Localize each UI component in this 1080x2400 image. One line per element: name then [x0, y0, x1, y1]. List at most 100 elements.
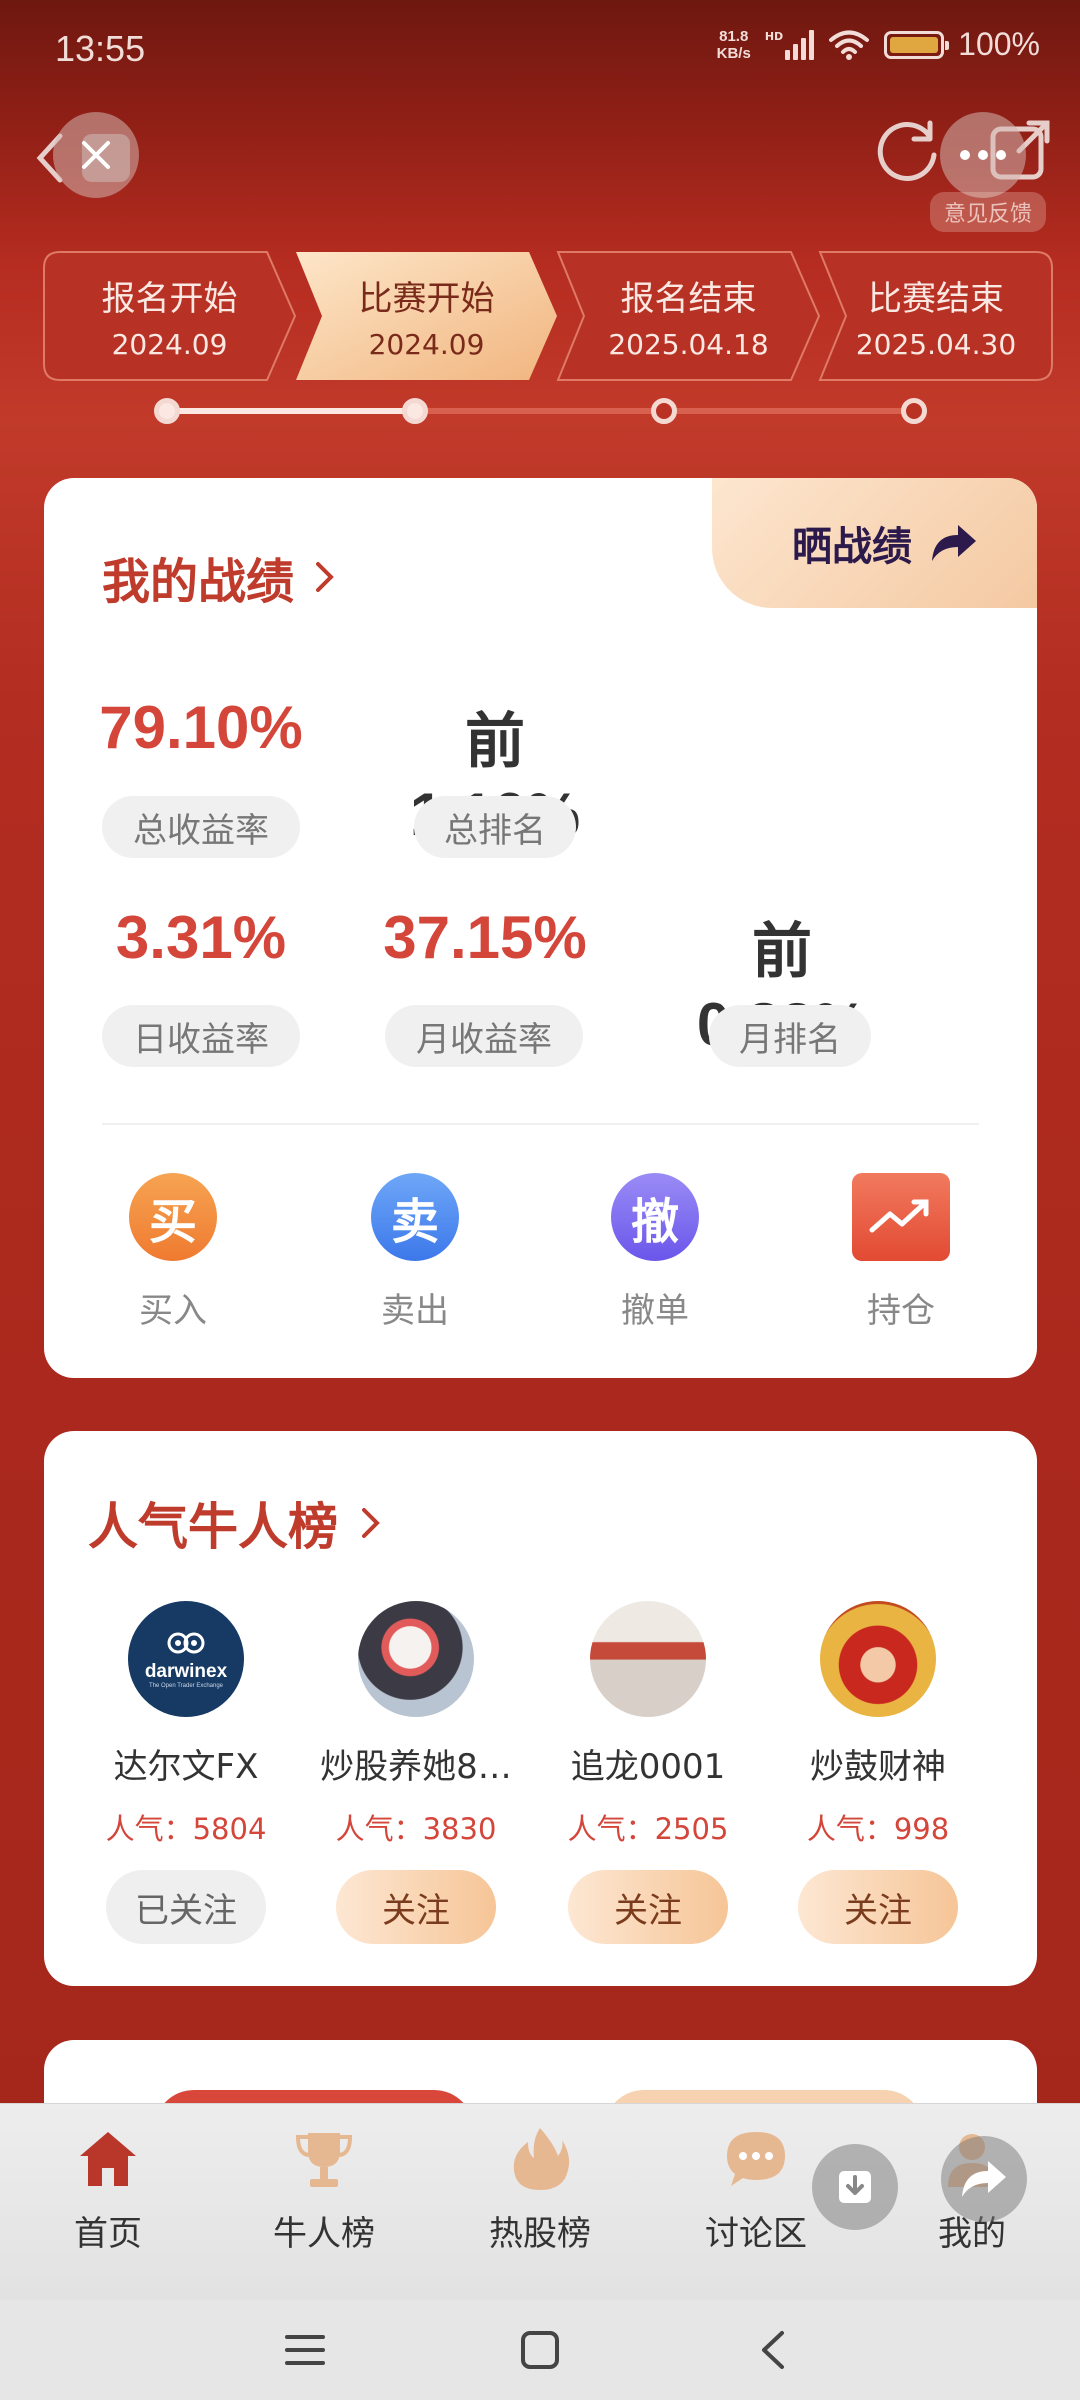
stage-match-end: 比赛结束 2025.04.30 [818, 250, 1054, 382]
daily-return-value: 3.31% [115, 904, 287, 971]
share-arrow-icon [932, 525, 976, 561]
trader-popularity: 人气：998 [806, 1812, 950, 1846]
nav-home[interactable]: 首页 [28, 2124, 188, 2255]
cell-signal: HD [764, 29, 815, 60]
monthly-return-value: 37.15% [383, 904, 587, 971]
close-button[interactable] [53, 112, 139, 198]
timeline-dot [154, 398, 180, 424]
sell-button[interactable]: 卖 卖出 [340, 1173, 490, 1332]
chevron-right-icon [316, 562, 334, 592]
trader-popularity: 人气：3830 [335, 1812, 497, 1846]
status-time: 13:55 [55, 28, 146, 69]
net-speed-unit: KB/s [716, 44, 751, 62]
hd-indicator: HD [764, 29, 784, 43]
share-record-button[interactable]: 晒战绩 [712, 478, 1037, 608]
home-icon [73, 2124, 143, 2194]
stage-title: 报名结束 [620, 279, 757, 319]
popular-ranking-card: 人气牛人榜 darwinex The Open Trader Exchange … [44, 1431, 1037, 1986]
avatar [358, 1601, 474, 1717]
action-label: 卖出 [381, 1291, 449, 1331]
trader-name: 达尔文FX [113, 1747, 259, 1787]
my-record-card: 晒战绩 我的战绩 79.10% 总收益率 前1.10% 总排名 3.31% 日收… [44, 478, 1037, 1378]
trader-card[interactable]: 追龙0001 人气：2505 关注 [538, 1601, 758, 1944]
stage-title: 比赛结束 [868, 279, 1004, 319]
signal-icon [785, 29, 815, 60]
trader-name: 追龙0001 [570, 1747, 726, 1787]
section-title: 我的战绩 [102, 554, 295, 610]
ranking-title[interactable]: 人气牛人榜 [88, 1487, 382, 1559]
cancel-order-button[interactable]: 撤 撤单 [580, 1173, 730, 1332]
battery: 100% [884, 26, 1040, 63]
stage-timeline: 报名开始 2024.09 比赛开始 2024.09 报名结束 2025.04.1… [42, 250, 1054, 382]
my-record-title[interactable]: 我的战绩 [102, 542, 336, 612]
action-label: 持仓 [867, 1291, 935, 1331]
divider [102, 1123, 979, 1125]
share-button[interactable] [941, 2136, 1027, 2222]
cancel-order-icon: 撤 [611, 1173, 699, 1261]
stage-signup-end: 报名结束 2025.04.18 [556, 250, 821, 382]
status-bar: 13:55 81.8 KB/s HD 100% [0, 0, 1080, 100]
nav-ranking[interactable]: 牛人榜 [244, 2124, 404, 2255]
menu-icon[interactable] [285, 2333, 325, 2367]
feedback-button[interactable]: 意见反馈 [929, 192, 1046, 232]
trader-card[interactable]: darwinex The Open Trader Exchange 达尔文FX … [76, 1601, 296, 1944]
refresh-icon [877, 120, 937, 181]
share-icon [962, 2161, 1006, 2197]
stage-title: 报名开始 [101, 279, 238, 319]
chevron-right-icon [362, 1508, 380, 1538]
stage-title: 比赛开始 [358, 279, 495, 319]
follow-button[interactable]: 关注 [568, 1870, 728, 1944]
close-icon [82, 141, 110, 169]
refresh-button[interactable] [872, 115, 942, 185]
download-icon [839, 2171, 871, 2203]
nav-label: 首页 [74, 2214, 142, 2254]
top-nav [0, 100, 1080, 210]
total-return-label: 总收益率 [102, 796, 300, 858]
stage-date: 2025.04.18 [608, 328, 769, 361]
chat-bubble-icon [721, 2124, 791, 2194]
timeline-progress [168, 408, 416, 414]
sell-icon: 卖 [371, 1173, 459, 1261]
trader-card[interactable]: 炒股养她8… 人气：3830 关注 [306, 1601, 526, 1944]
follow-button[interactable]: 关注 [336, 1870, 496, 1944]
stage-match-start: 比赛开始 2024.09 [294, 250, 559, 382]
daily-return-label: 日收益率 [102, 1005, 300, 1067]
system-nav-bar [0, 2300, 1080, 2400]
stage-date: 2024.09 [368, 328, 485, 361]
buy-button[interactable]: 买 买入 [98, 1173, 248, 1332]
monthly-rank-label: 月排名 [709, 1005, 871, 1067]
trader-popularity: 人气：2505 [567, 1812, 729, 1846]
more-dots-icon [960, 150, 1006, 160]
nav-label: 讨论区 [705, 2214, 807, 2254]
owl-logo-icon [167, 1632, 205, 1654]
nav-label: 热股榜 [489, 2214, 591, 2254]
trader-card[interactable]: 炒鼓财神 人气：998 关注 [768, 1601, 988, 1944]
home-square-icon[interactable] [520, 2330, 560, 2370]
avatar [820, 1601, 936, 1717]
total-rank-label: 总排名 [414, 796, 576, 858]
timeline-dot [651, 398, 677, 424]
avatar [590, 1601, 706, 1717]
trader-name: 炒鼓财神 [810, 1747, 946, 1787]
avatar: darwinex The Open Trader Exchange [128, 1601, 244, 1717]
battery-percent: 100% [958, 26, 1040, 62]
trader-name: 炒股养她8… [320, 1747, 512, 1787]
chart-trend-icon [852, 1173, 950, 1261]
trophy-icon [289, 2124, 359, 2194]
holdings-button[interactable]: 持仓 [826, 1173, 976, 1332]
status-indicators: 81.8 KB/s HD 100% [717, 26, 1040, 63]
flame-icon [505, 2124, 575, 2194]
section-title: 人气牛人榜 [88, 1498, 338, 1556]
download-button[interactable] [812, 2144, 898, 2230]
follow-button[interactable]: 关注 [798, 1870, 958, 1944]
back-arrow-icon[interactable] [758, 2329, 788, 2371]
followed-button[interactable]: 已关注 [106, 1870, 266, 1944]
more-button[interactable] [940, 112, 1026, 198]
net-speed: 81.8 KB/s [717, 28, 751, 62]
stage-date: 2025.04.30 [855, 328, 1017, 361]
trader-popularity: 人气：5804 [105, 1812, 267, 1846]
net-speed-value: 81.8 [719, 27, 749, 45]
nav-label: 牛人榜 [273, 2214, 375, 2254]
nav-hot-stocks[interactable]: 热股榜 [460, 2124, 620, 2255]
stage-date: 2024.09 [111, 328, 228, 361]
